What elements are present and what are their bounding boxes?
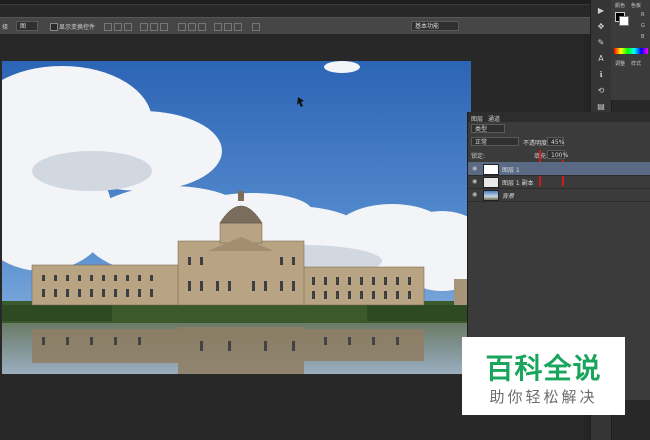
layer-row[interactable]: ◉ 背景 [468, 188, 650, 202]
layer-row[interactable]: ◉ 图层 1 副本 [468, 175, 650, 189]
watermark-title: 百科全说 [485, 352, 602, 385]
show-transform-checkbox[interactable] [50, 23, 58, 31]
tab-styles[interactable]: 样式 [631, 60, 641, 67]
layer-row[interactable]: ◉ 图层 1 [468, 162, 650, 176]
distribute-middle-icon[interactable] [188, 23, 196, 31]
fill-field[interactable]: 100% [547, 150, 569, 159]
layer-name: 图层 1 [502, 167, 520, 174]
workspace-select-value: 基本功能 [415, 23, 440, 30]
layers-tabbar: 图层 通道 [468, 112, 650, 123]
distribute-top-icon[interactable] [178, 23, 186, 31]
document-image[interactable] [2, 61, 471, 374]
align-bottom-icon[interactable] [124, 23, 132, 31]
opacity-value: 45% [551, 139, 565, 146]
tab-swatches[interactable]: 色板 [631, 2, 641, 9]
align-right-icon[interactable] [160, 23, 168, 31]
info-icon[interactable]: ℹ [596, 70, 606, 79]
tab-color[interactable]: 颜色 [615, 2, 625, 9]
layer-name: 背景 [502, 193, 515, 200]
distribute-center-icon[interactable] [224, 23, 232, 31]
color-spectrum[interactable] [614, 48, 648, 54]
visibility-eye-icon[interactable]: ◉ [472, 191, 477, 198]
mode-select[interactable]: 图 [16, 21, 38, 31]
history-icon[interactable]: ⟲ [596, 86, 606, 95]
menu-strip [0, 0, 590, 5]
channel-r-label: R [641, 12, 645, 18]
align-middle-icon[interactable] [114, 23, 122, 31]
distribute-right-icon[interactable] [234, 23, 242, 31]
lock-label: 锁定: [471, 153, 486, 160]
tab-layers[interactable]: 图层 [471, 114, 483, 123]
channel-g-label: G [641, 23, 645, 29]
show-transform-label: 显示变换控件 [59, 24, 96, 31]
visibility-eye-icon[interactable]: ◉ [472, 178, 477, 185]
play-icon[interactable]: ▶ [596, 6, 606, 15]
fill-value: 100% [551, 152, 569, 159]
visibility-eye-icon[interactable]: ◉ [472, 165, 477, 172]
layer-thumbnail [483, 177, 499, 188]
layer-thumbnail [483, 164, 499, 175]
blend-mode-select[interactable]: 正常 [471, 137, 519, 146]
distribute-left-icon[interactable] [214, 23, 222, 31]
tab-adjustments[interactable]: 调整 [615, 60, 625, 67]
layer-name: 图层 1 副本 [502, 180, 534, 187]
opacity-label: 不透明度: [523, 140, 550, 147]
watermark-logo: 百科全说 助你轻松解决 [462, 337, 625, 415]
watermark-subtitle: 助你轻松解决 [489, 388, 598, 406]
align-center-icon[interactable] [150, 23, 158, 31]
tool-label: 择 [2, 24, 9, 31]
auto-align-icon[interactable] [252, 23, 260, 31]
brush-tool-icon[interactable]: ✎ [596, 38, 606, 47]
text-tool-icon[interactable]: A [596, 54, 606, 63]
fill-label: 填充: [534, 153, 549, 160]
filter-kind-value: 类型 [475, 126, 488, 133]
color-panel: 颜色 色板 R G B 调整 样式 [611, 0, 650, 100]
background-color[interactable] [619, 16, 629, 26]
move-tool-icon[interactable]: ✥ [596, 22, 606, 31]
distribute-bottom-icon[interactable] [198, 23, 206, 31]
blend-mode-value: 正常 [475, 139, 488, 146]
channel-b-label: B [641, 34, 645, 40]
filter-kind-select[interactable]: 类型 [471, 124, 505, 133]
tab-channels[interactable]: 通道 [488, 114, 500, 123]
castle-photo [2, 61, 471, 374]
workspace-select[interactable]: 基本功能 [411, 21, 459, 31]
layer-thumbnail [483, 190, 499, 201]
layers-icon[interactable]: ▤ [596, 102, 606, 111]
mode-select-value: 图 [20, 23, 27, 30]
align-top-icon[interactable] [104, 23, 112, 31]
opacity-field[interactable]: 45% [547, 137, 564, 146]
align-left-icon[interactable] [140, 23, 148, 31]
